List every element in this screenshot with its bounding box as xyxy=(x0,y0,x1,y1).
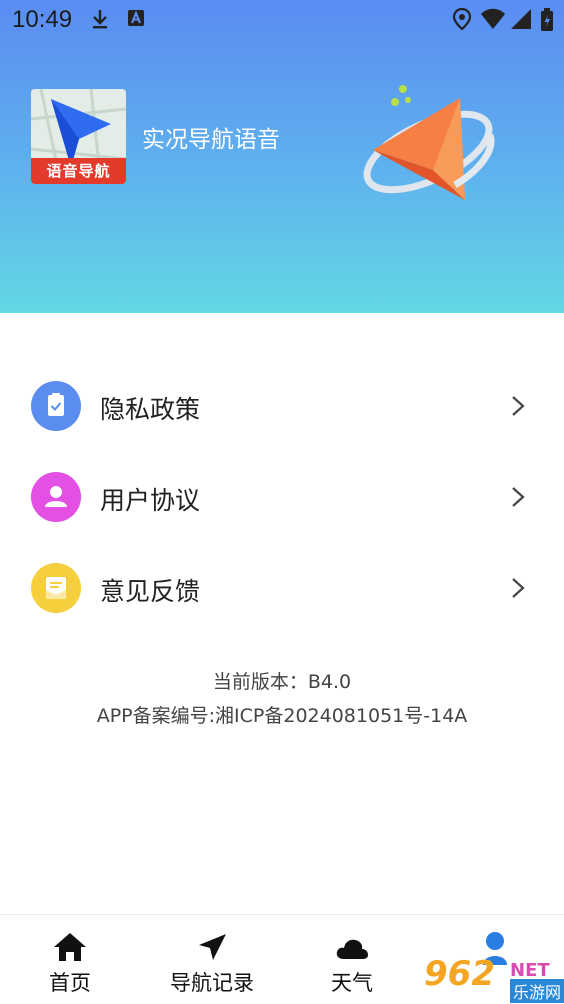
version-text: 当前版本：B4.0 xyxy=(212,671,352,693)
record-number-text: APP备案编号:湘ICP备2024081051号-14A xyxy=(96,705,468,727)
nav-tab-weather[interactable]: 天气 xyxy=(304,915,400,1004)
settings-menu: 隐私政策 用户协议 意见反馈 xyxy=(0,360,564,633)
user-icon xyxy=(31,472,81,522)
app-logo: 语音导航 xyxy=(31,89,126,184)
location-icon xyxy=(452,7,472,35)
watermark-net: NET xyxy=(510,960,550,981)
site-watermark: 962 NET 乐游网 xyxy=(424,948,564,1004)
watermark-brand: 962 xyxy=(424,954,495,994)
version-info: 当前版本：B4.0 APP备案编号:湘ICP备2024081051号-14A xyxy=(0,665,564,733)
paper-plane-illustration xyxy=(355,80,505,214)
cloud-icon xyxy=(335,937,369,965)
menu-label: 用户协议 xyxy=(100,486,201,515)
chevron-right-icon xyxy=(510,576,526,604)
signal-icon xyxy=(510,8,532,35)
mail-icon xyxy=(31,563,81,613)
app-title: 实况导航语音 xyxy=(142,127,280,153)
navigation-arrow-icon xyxy=(195,931,229,967)
nav-label: 天气 xyxy=(331,971,373,995)
download-icon xyxy=(90,8,110,35)
menu-item-user-agreement[interactable]: 用户协议 xyxy=(0,451,564,542)
clipboard-check-icon xyxy=(31,381,81,431)
menu-item-feedback[interactable]: 意见反馈 xyxy=(0,542,564,633)
nav-label: 首页 xyxy=(49,971,91,995)
menu-item-privacy-policy[interactable]: 隐私政策 xyxy=(0,360,564,451)
watermark-sub: 乐游网 xyxy=(510,979,564,1003)
nav-label: 导航记录 xyxy=(170,971,254,995)
logo-badge: 语音导航 xyxy=(31,158,126,184)
nav-tab-home[interactable]: 首页 xyxy=(20,915,120,1004)
status-time: 10:49 xyxy=(12,6,73,33)
home-icon xyxy=(52,931,88,967)
wifi-icon xyxy=(480,8,506,35)
menu-label: 隐私政策 xyxy=(100,395,201,424)
status-bar: 10:49 xyxy=(0,0,564,38)
chevron-right-icon xyxy=(510,394,526,422)
header-banner: 10:49 语音导航 实况导航语音 xyxy=(0,0,564,313)
menu-label: 意见反馈 xyxy=(100,577,201,606)
nav-tab-nav-records[interactable]: 导航记录 xyxy=(160,915,264,1004)
battery-icon xyxy=(540,8,554,37)
chevron-right-icon xyxy=(510,485,526,513)
a-notification-icon xyxy=(127,8,145,33)
